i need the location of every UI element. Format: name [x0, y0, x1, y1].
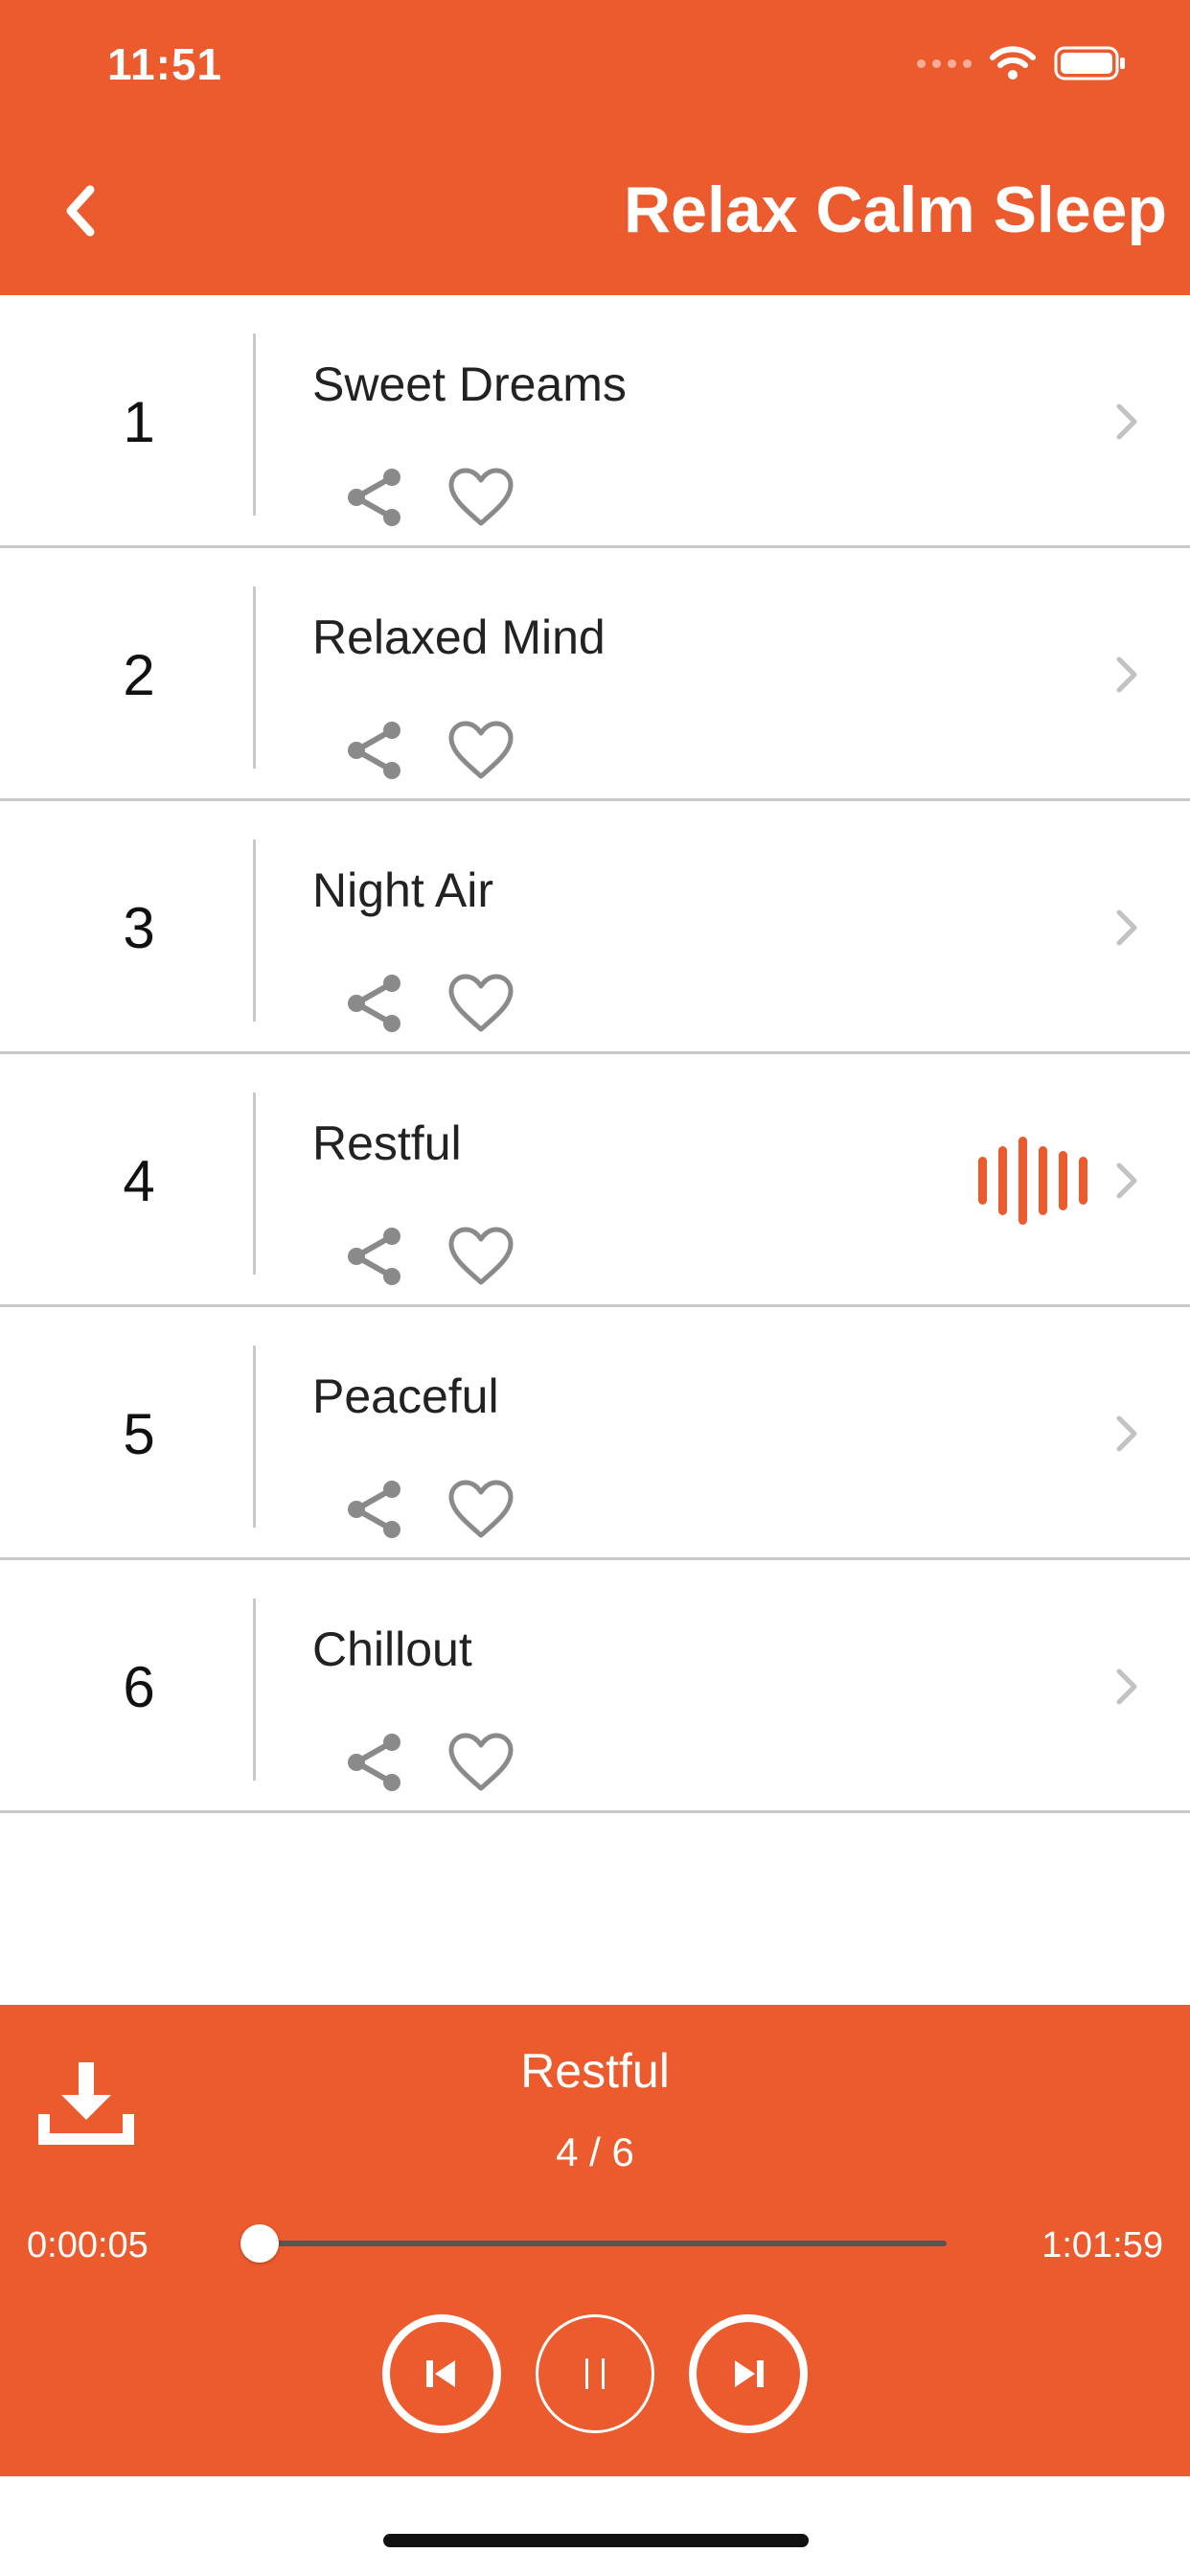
status-icons: [917, 44, 1127, 82]
row-divider: [253, 1092, 256, 1275]
skip-previous-icon: [426, 2360, 455, 2387]
heart-icon[interactable]: [446, 1225, 515, 1288]
track-row[interactable]: 6 Chillout: [0, 1560, 1190, 1813]
chevron-right-icon[interactable]: [1108, 646, 1146, 703]
home-indicator: [383, 2534, 809, 2547]
row-divider: [253, 840, 256, 1022]
track-title: Sweet Dreams: [312, 357, 627, 411]
next-button[interactable]: [689, 2314, 808, 2433]
track-title: Night Air: [312, 863, 493, 917]
track-row[interactable]: 1 Sweet Dreams: [0, 295, 1190, 548]
playback-controls: [0, 2312, 1190, 2436]
share-icon[interactable]: [341, 970, 408, 1037]
progress-slider[interactable]: [240, 2224, 947, 2263]
pause-icon: [585, 2358, 605, 2389]
track-actions: [341, 1729, 515, 1796]
now-playing-title: Restful: [520, 2044, 670, 2098]
track-actions: [341, 717, 515, 784]
track-title: Relaxed Mind: [312, 610, 606, 664]
track-actions: [341, 1476, 515, 1543]
heart-icon[interactable]: [446, 1478, 515, 1541]
share-icon[interactable]: [341, 717, 408, 784]
pause-button[interactable]: [536, 2314, 654, 2433]
wifi-icon: [990, 46, 1036, 80]
now-playing-icon: [973, 1135, 1090, 1227]
track-actions: [341, 464, 515, 531]
chevron-right-icon[interactable]: [1108, 899, 1146, 956]
signal-icon: [917, 58, 972, 68]
track-number: 3: [123, 895, 155, 960]
row-divider: [253, 1598, 256, 1781]
track-actions: [341, 970, 515, 1037]
track-title: Restful: [312, 1116, 462, 1170]
chevron-left-icon: [66, 185, 95, 237]
progress-thumb[interactable]: [240, 2224, 279, 2263]
player-bar: Restful 4 / 6 0:00:05 1:01:59: [0, 2005, 1190, 2476]
now-playing-counter: 4 / 6: [556, 2129, 634, 2174]
track-row[interactable]: 2 Relaxed Mind: [0, 548, 1190, 801]
share-icon[interactable]: [341, 1223, 408, 1290]
previous-button[interactable]: [382, 2314, 501, 2433]
track-actions: [341, 1223, 515, 1290]
row-divider: [253, 1346, 256, 1528]
track-number: 1: [123, 389, 155, 454]
total-time: 1:01:59: [1041, 2225, 1163, 2266]
share-icon[interactable]: [341, 1729, 408, 1796]
heart-icon[interactable]: [446, 1731, 515, 1794]
row-divider: [253, 334, 256, 516]
track-list: 1 Sweet Dreams 2 Relaxed Mind 3 Night Air 4 Res…: [0, 295, 1190, 1813]
heart-icon[interactable]: [446, 466, 515, 529]
share-icon[interactable]: [341, 464, 408, 531]
row-divider: [253, 586, 256, 769]
skip-next-icon: [735, 2360, 764, 2387]
heart-icon[interactable]: [446, 719, 515, 782]
elapsed-time: 0:00:05: [27, 2225, 149, 2266]
track-row[interactable]: 5 Peaceful: [0, 1307, 1190, 1560]
track-row[interactable]: 4 Restful: [0, 1054, 1190, 1307]
battery-icon: [1054, 46, 1125, 80]
track-title: Peaceful: [312, 1369, 499, 1423]
track-number: 6: [123, 1654, 155, 1719]
track-row[interactable]: 3 Night Air: [0, 801, 1190, 1054]
back-button[interactable]: [42, 172, 119, 249]
chevron-right-icon[interactable]: [1108, 393, 1146, 450]
chevron-right-icon[interactable]: [1108, 1152, 1146, 1209]
share-icon[interactable]: [341, 1476, 408, 1543]
status-time: 11:51: [107, 39, 223, 89]
track-number: 5: [123, 1401, 155, 1466]
track-title: Chillout: [312, 1622, 472, 1676]
chevron-right-icon[interactable]: [1108, 1658, 1146, 1715]
page-title: Relax Calm Sleep: [624, 173, 1167, 246]
heart-icon[interactable]: [446, 972, 515, 1035]
nav-header: 11:51 Relax Calm Sleep: [0, 0, 1190, 295]
track-number: 4: [123, 1148, 155, 1213]
chevron-right-icon[interactable]: [1108, 1405, 1146, 1462]
track-number: 2: [123, 642, 155, 707]
